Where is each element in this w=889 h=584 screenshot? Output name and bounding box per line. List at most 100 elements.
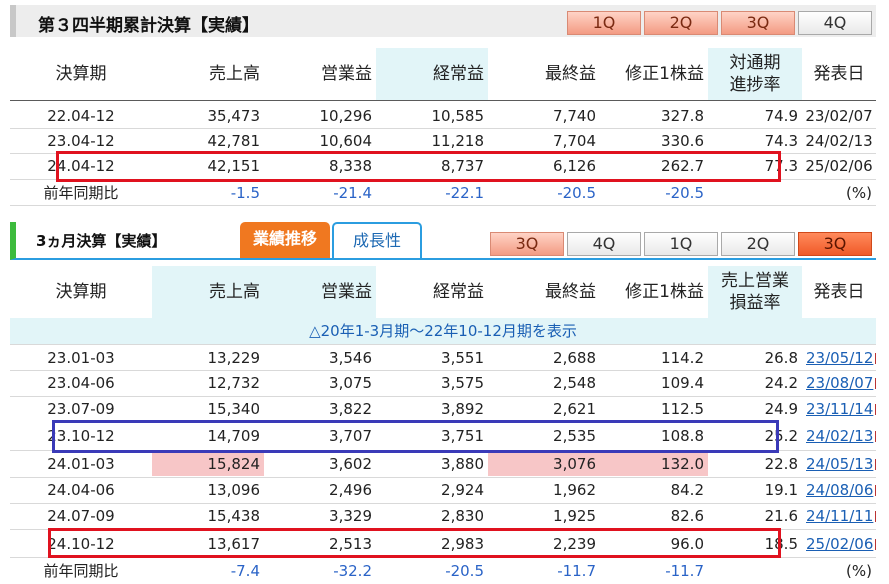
cell-sales: 35,473 bbox=[207, 107, 261, 125]
cell-yoy-progress bbox=[708, 181, 802, 205]
cell-yoy-label: 前年同期比 bbox=[43, 184, 119, 202]
header-sales: 売上高 bbox=[209, 64, 260, 84]
cell-yoy-ordinary: -20.5 bbox=[445, 562, 484, 580]
cell-period: 23.10-12 bbox=[47, 427, 115, 445]
tab-2q[interactable]: 2Q bbox=[721, 232, 795, 256]
cell-period: 24.10-12 bbox=[47, 535, 115, 553]
table-row: 24.04-12 42,151 8,338 8,737 6,126 262.7 … bbox=[10, 154, 876, 178]
show-older-periods-link[interactable]: △20年1-3月期〜22年10-12月期を表示 bbox=[10, 318, 876, 344]
cell-op-margin: 22.8 bbox=[764, 455, 798, 473]
header-ordinary: 経常益 bbox=[433, 282, 484, 302]
yoy-row: 前年同期比 -1.5 -21.4 -22.1 -20.5 -20.5 (%) bbox=[10, 181, 876, 205]
tab-2q[interactable]: 2Q bbox=[644, 11, 718, 35]
cell-op-margin: 24.9 bbox=[764, 400, 798, 418]
cell-ordinary: 2,924 bbox=[441, 481, 484, 499]
cell-operating: 3,546 bbox=[329, 349, 372, 367]
report-date-link[interactable]: 24/05/13 bbox=[802, 452, 876, 476]
pdf-icon[interactable] bbox=[875, 485, 876, 496]
report-date-link[interactable]: 24/11/11 bbox=[802, 504, 876, 528]
divider bbox=[10, 529, 876, 530]
cell-yoy-ordinary: -22.1 bbox=[445, 184, 484, 202]
cell-period: 23.07-09 bbox=[47, 400, 115, 418]
tab-1q[interactable]: 1Q bbox=[567, 11, 641, 35]
cell-period: 22.04-12 bbox=[47, 107, 115, 125]
table-row: 23.07-09 15,340 3,822 3,892 2,621 112.5 … bbox=[10, 397, 876, 421]
cell-eps: 330.6 bbox=[661, 132, 704, 150]
section2-title: 3ヵ月決算【実績】 bbox=[36, 232, 167, 250]
cell-net: 2,688 bbox=[553, 349, 596, 367]
cell-ordinary: 3,575 bbox=[441, 374, 484, 392]
pdf-icon[interactable] bbox=[875, 404, 876, 415]
cell-yoy-operating: -21.4 bbox=[333, 184, 372, 202]
divider bbox=[10, 503, 876, 504]
cell-yoy-net: -20.5 bbox=[557, 184, 596, 202]
header-ordinary: 経常益 bbox=[376, 48, 488, 100]
pdf-icon[interactable] bbox=[875, 459, 876, 470]
tab-3q-prev[interactable]: 3Q bbox=[490, 232, 564, 256]
table-row: 24.07-09 15,438 3,329 2,830 1,925 82.6 2… bbox=[10, 504, 876, 528]
cell-ordinary: 2,983 bbox=[441, 535, 484, 553]
pdf-icon[interactable] bbox=[875, 378, 876, 389]
pdf-icon[interactable] bbox=[875, 539, 876, 550]
cell-net: 7,704 bbox=[553, 132, 596, 150]
cell-operating: 2,513 bbox=[329, 535, 372, 553]
cell-progress: 77.3 bbox=[764, 157, 798, 175]
tab-performance[interactable]: 業績推移 bbox=[240, 222, 330, 258]
header-period: 決算期 bbox=[55, 282, 107, 302]
cell-sales: 13,096 bbox=[207, 481, 261, 499]
cell-net: 1,925 bbox=[553, 507, 596, 525]
table-header: 決算期 売上高 営業益 経常益 最終益 修正1株益 売上営業 損益率 発表日 bbox=[10, 266, 876, 318]
cell-operating: 3,822 bbox=[329, 400, 372, 418]
pdf-icon[interactable] bbox=[875, 511, 876, 522]
cell-eps: 114.2 bbox=[661, 349, 704, 367]
cell-op-margin: 24.2 bbox=[764, 374, 798, 392]
tab-growth[interactable]: 成長性 bbox=[332, 222, 422, 258]
cell-net: 3,076 bbox=[488, 452, 600, 476]
report-date-link[interactable]: 23/11/14 bbox=[802, 397, 876, 421]
table-row: 24.01-03 15,824 3,602 3,880 3,076 132.0 … bbox=[10, 452, 876, 476]
cell-operating: 2,496 bbox=[329, 481, 372, 499]
cell-sales: 15,438 bbox=[207, 507, 261, 525]
tab-3q-current[interactable]: 3Q bbox=[798, 232, 872, 256]
cell-yoy-label: 前年同期比 bbox=[43, 562, 119, 580]
cell-sales: 14,709 bbox=[207, 427, 261, 445]
cell-yoy-sales: -1.5 bbox=[230, 184, 260, 202]
cell-yoy-operating: -32.2 bbox=[333, 562, 372, 580]
table-header: 決算期 売上高 営業益 経常益 最終益 修正1株益 対通期 進捗率 発表日 bbox=[10, 48, 876, 100]
cell-operating: 10,604 bbox=[319, 132, 373, 150]
cell-operating: 3,602 bbox=[329, 455, 372, 473]
cell-period: 24.01-03 bbox=[47, 455, 115, 473]
cell-operating: 8,338 bbox=[329, 157, 372, 175]
cell-net: 6,126 bbox=[553, 157, 596, 175]
report-date-link[interactable]: 23/08/07 bbox=[802, 371, 876, 395]
tab-3q[interactable]: 3Q bbox=[721, 11, 795, 35]
header-net: 最終益 bbox=[545, 64, 596, 84]
cell-op-margin: 21.6 bbox=[764, 507, 798, 525]
cell-ordinary: 3,551 bbox=[441, 349, 484, 367]
header-op-margin: 売上営業 損益率 bbox=[708, 266, 802, 318]
cell-yoy-net: -11.7 bbox=[557, 562, 596, 580]
cell-eps: 96.0 bbox=[670, 535, 704, 553]
tab-1q[interactable]: 1Q bbox=[644, 232, 718, 256]
pdf-icon[interactable] bbox=[875, 431, 876, 442]
header-eps: 修正1株益 bbox=[625, 64, 704, 84]
cell-yoy-unit: (%) bbox=[846, 562, 872, 580]
cell-sales: 12,732 bbox=[207, 374, 261, 392]
table-row: 22.04-12 35,473 10,296 10,585 7,740 327.… bbox=[10, 104, 876, 128]
report-date-link[interactable]: 23/05/12 bbox=[802, 346, 876, 370]
pdf-icon[interactable] bbox=[875, 353, 876, 364]
cell-eps: 84.2 bbox=[670, 481, 704, 499]
section1-quarter-tabs: 1Q 2Q 3Q 4Q bbox=[567, 11, 872, 35]
report-date-link[interactable]: 24/02/13 bbox=[802, 424, 876, 448]
cell-sales: 15,824 bbox=[152, 452, 264, 476]
tab-4q[interactable]: 4Q bbox=[567, 232, 641, 256]
cell-yoy-sales: -7.4 bbox=[230, 562, 260, 580]
report-date-link[interactable]: 25/02/06 bbox=[802, 532, 876, 556]
divider bbox=[10, 477, 876, 478]
divider bbox=[10, 205, 876, 206]
report-date-link[interactable]: 24/08/06 bbox=[802, 478, 876, 502]
tab-4q[interactable]: 4Q bbox=[798, 11, 872, 35]
table-row: 23.04-06 12,732 3,075 3,575 2,548 109.4 … bbox=[10, 371, 876, 395]
cell-sales: 13,229 bbox=[207, 349, 261, 367]
cell-period: 24.04-06 bbox=[47, 481, 115, 499]
